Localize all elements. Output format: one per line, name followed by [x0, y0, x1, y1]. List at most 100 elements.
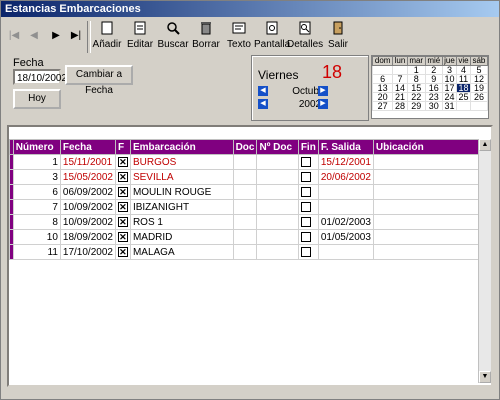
calendar-day[interactable]: 27 — [371, 101, 394, 111]
cell-numero[interactable]: 6 — [12, 184, 61, 200]
cell-fin[interactable] — [297, 229, 319, 245]
next-year-arrow-icon[interactable]: ▶ — [318, 99, 328, 109]
table-row[interactable]: 1 15/11/2001 ✕ BURGOS 15/12/2001 — [9, 154, 492, 170]
cell-fin[interactable] — [297, 199, 319, 215]
cell-salida[interactable]: 15/12/2001 — [317, 154, 374, 170]
cell-ndoc[interactable] — [256, 154, 299, 170]
column-header[interactable]: F — [114, 139, 131, 155]
cell-ubicacion[interactable] — [372, 229, 492, 245]
checkbox[interactable] — [300, 186, 311, 197]
cell-f[interactable]: ✕ — [114, 169, 131, 185]
cell-salida[interactable]: 01/05/2003 — [317, 229, 374, 245]
cell-fin[interactable] — [297, 244, 319, 260]
calendar-day[interactable]: 26 — [469, 92, 489, 102]
table-row[interactable]: 10 18/09/2002 ✕ MADRID 01/05/2003 — [9, 229, 492, 245]
change-date-button[interactable]: Cambiar a Fecha — [65, 65, 133, 96]
calendar-day[interactable]: 28 — [392, 101, 408, 111]
checkbox[interactable] — [300, 156, 311, 167]
cell-fecha[interactable]: 15/11/2001 — [59, 154, 116, 170]
cell-fecha[interactable]: 15/05/2002 — [59, 169, 116, 185]
edit-button[interactable]: Editar — [122, 19, 158, 55]
cell-ubicacion[interactable] — [372, 184, 492, 200]
column-header[interactable]: Número — [12, 139, 61, 155]
cell-embarcacion[interactable]: MOULIN ROUGE — [129, 184, 234, 200]
cell-numero[interactable]: 10 — [12, 229, 61, 245]
calendar-day[interactable]: 31 — [441, 101, 458, 111]
cell-embarcacion[interactable]: SEVILLA — [129, 169, 234, 185]
cell-f[interactable]: ✕ — [114, 184, 131, 200]
table-row[interactable]: 3 15/05/2002 ✕ SEVILLA 20/06/2002 — [9, 169, 492, 185]
checkbox[interactable] — [300, 171, 311, 182]
cell-fecha[interactable]: 06/09/2002 — [59, 184, 116, 200]
table-row[interactable]: 11 17/10/2002 ✕ MALAGA — [9, 244, 492, 260]
cell-f[interactable]: ✕ — [114, 199, 131, 215]
scroll-up-icon[interactable]: ▲ — [479, 139, 491, 151]
calendar-day[interactable]: 29 — [406, 101, 426, 111]
calendar-day[interactable]: 25 — [456, 92, 471, 102]
cell-ndoc[interactable] — [256, 169, 299, 185]
column-header[interactable]: Nº Doc — [256, 139, 299, 155]
first-record-button[interactable]: |◀ — [5, 27, 23, 45]
cell-numero[interactable]: 1 — [12, 154, 61, 170]
checkbox[interactable]: ✕ — [117, 216, 128, 227]
cell-fin[interactable] — [297, 214, 319, 230]
cell-salida[interactable]: 20/06/2002 — [317, 169, 374, 185]
cell-doc[interactable] — [232, 154, 258, 170]
checkbox[interactable]: ✕ — [117, 186, 128, 197]
text-button[interactable]: Texto — [221, 19, 257, 55]
screen-button[interactable]: Pantalla — [254, 19, 290, 55]
cell-f[interactable]: ✕ — [114, 244, 131, 260]
calendar-day[interactable]: 30 — [424, 101, 443, 111]
column-header[interactable]: Ubicación — [372, 139, 492, 155]
cell-ubicacion[interactable] — [372, 244, 492, 260]
cell-doc[interactable] — [232, 184, 258, 200]
cell-doc[interactable] — [232, 244, 258, 260]
delete-button[interactable]: Borrar — [188, 19, 224, 55]
checkbox[interactable]: ✕ — [117, 156, 128, 167]
column-header[interactable]: Embarcación — [129, 139, 234, 155]
cell-doc[interactable] — [232, 169, 258, 185]
column-header[interactable]: Doc — [232, 139, 258, 155]
previous-record-button[interactable]: ◀ — [25, 27, 43, 45]
cell-ndoc[interactable] — [256, 244, 299, 260]
cell-ndoc[interactable] — [256, 199, 299, 215]
last-record-button[interactable]: ▶| — [67, 27, 85, 45]
exit-button[interactable]: Salir — [320, 19, 356, 55]
checkbox[interactable] — [300, 216, 311, 227]
checkbox[interactable] — [300, 246, 311, 257]
cell-fecha[interactable]: 10/09/2002 — [59, 214, 116, 230]
today-button[interactable]: Hoy — [13, 89, 61, 109]
column-header[interactable]: Fecha — [59, 139, 116, 155]
checkbox[interactable] — [300, 201, 311, 212]
cell-salida[interactable] — [317, 184, 374, 200]
cell-doc[interactable] — [232, 214, 258, 230]
scroll-down-icon[interactable]: ▼ — [479, 371, 491, 383]
cell-fecha[interactable]: 18/09/2002 — [59, 229, 116, 245]
table-row[interactable]: 7 10/09/2002 ✕ IBIZANIGHT — [9, 199, 492, 215]
cell-ubicacion[interactable] — [372, 154, 492, 170]
cell-ndoc[interactable] — [256, 214, 299, 230]
cell-f[interactable]: ✕ — [114, 154, 131, 170]
date-field[interactable]: 18/10/2002 — [13, 69, 67, 85]
checkbox[interactable]: ✕ — [117, 171, 128, 182]
table-row[interactable]: 6 06/09/2002 ✕ MOULIN ROUGE — [9, 184, 492, 200]
cell-fin[interactable] — [297, 169, 319, 185]
cell-ubicacion[interactable] — [372, 169, 492, 185]
cell-embarcacion[interactable]: IBIZANIGHT — [129, 199, 234, 215]
next-month-arrow-icon[interactable]: ▶ — [318, 86, 328, 96]
cell-numero[interactable]: 11 — [12, 244, 61, 260]
cell-embarcacion[interactable]: MADRID — [129, 229, 234, 245]
column-header[interactable]: Fin — [297, 139, 319, 155]
cell-doc[interactable] — [232, 199, 258, 215]
cell-doc[interactable] — [232, 229, 258, 245]
cell-numero[interactable]: 7 — [12, 199, 61, 215]
checkbox[interactable]: ✕ — [117, 246, 128, 257]
cell-fecha[interactable]: 17/10/2002 — [59, 244, 116, 260]
cell-f[interactable]: ✕ — [114, 229, 131, 245]
cell-embarcacion[interactable]: ROS 1 — [129, 214, 234, 230]
cell-ubicacion[interactable] — [372, 199, 492, 215]
table-row[interactable]: 8 10/09/2002 ✕ ROS 1 01/02/2003 — [9, 214, 492, 230]
checkbox[interactable]: ✕ — [117, 231, 128, 242]
cell-ubicacion[interactable] — [372, 214, 492, 230]
search-button[interactable]: Buscar — [155, 19, 191, 55]
